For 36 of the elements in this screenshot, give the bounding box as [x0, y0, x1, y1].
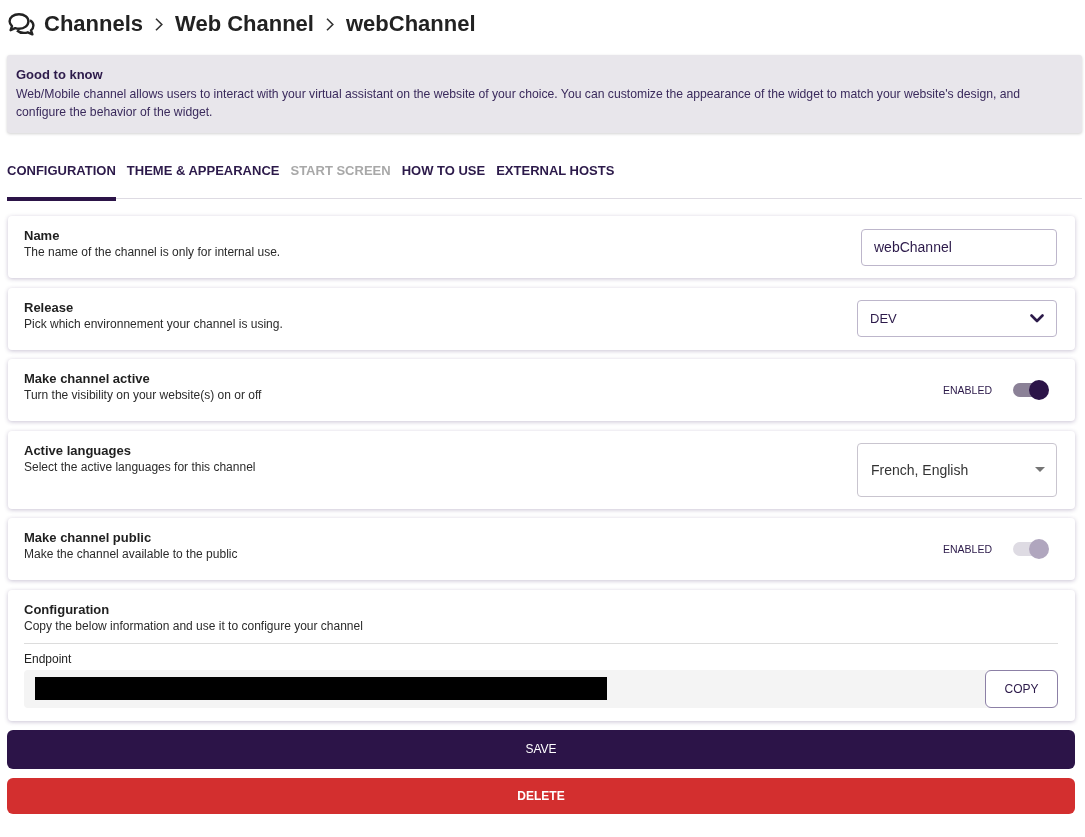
multi-select-field[interactable]: French, English	[857, 442, 1057, 497]
info-title: Good to know	[16, 67, 104, 83]
select-dropdown[interactable]: DEV	[857, 300, 1057, 337]
setting-description: Select the active languages for this channel	[24, 458, 256, 475]
setting-title: Configuration	[24, 601, 111, 618]
setting-description: The name of the channel is only for internal use.	[24, 244, 281, 260]
setting-title: Make channel active	[24, 371, 151, 387]
setting-description: Turn the visibility on your website(s) on or off	[24, 387, 262, 403]
toggle-state-label: ENABLED	[942, 384, 992, 396]
save-button[interactable]: SAVE	[7, 730, 1075, 769]
chevron-down-icon	[1030, 314, 1044, 323]
toggle-state-label: ENABLED	[942, 543, 992, 555]
chat-bubbles-icon	[8, 12, 35, 36]
tab[interactable]: HOW TO USE	[401, 154, 486, 201]
breadcrumb-link[interactable]: Web Channel	[175, 10, 314, 38]
setting-description: Pick which environnement your channel is using.	[24, 315, 283, 332]
setting-title: Active languages	[24, 442, 132, 459]
setting-title: Make channel public	[24, 530, 153, 546]
endpoint-label: Endpoint	[24, 650, 73, 667]
setting-title: Name	[24, 228, 61, 244]
chevron-right-icon	[155, 17, 164, 31]
toggle-switch[interactable]	[1012, 380, 1049, 400]
caret-down-icon	[1035, 467, 1045, 472]
tab[interactable]: THEME & APPEARANCE	[126, 154, 280, 201]
text-input[interactable]: webChannel	[861, 228, 1057, 266]
tab[interactable]: CONFIGURATION	[7, 154, 116, 201]
setting-description: Make the channel available to the public	[24, 546, 238, 562]
delete-button[interactable]: DELETE	[7, 778, 1075, 814]
info-text: Web/Mobile channel allows users to interact with your virtual assistant on the website of your choice. You can customize the appearance of the widget to match your website's design, and configure the behavior of the widget.	[16, 86, 1022, 121]
breadcrumb-current: webChannel	[346, 10, 476, 38]
chevron-right-icon	[326, 17, 334, 31]
tab[interactable]: EXTERNAL HOSTS	[496, 154, 615, 201]
copy-button[interactable]: COPY	[985, 669, 1058, 708]
setting-description: Copy the below information and use it to configure your channel	[24, 617, 364, 634]
setting-title: Release	[24, 299, 75, 316]
breadcrumb-link[interactable]: Channels	[44, 10, 144, 38]
